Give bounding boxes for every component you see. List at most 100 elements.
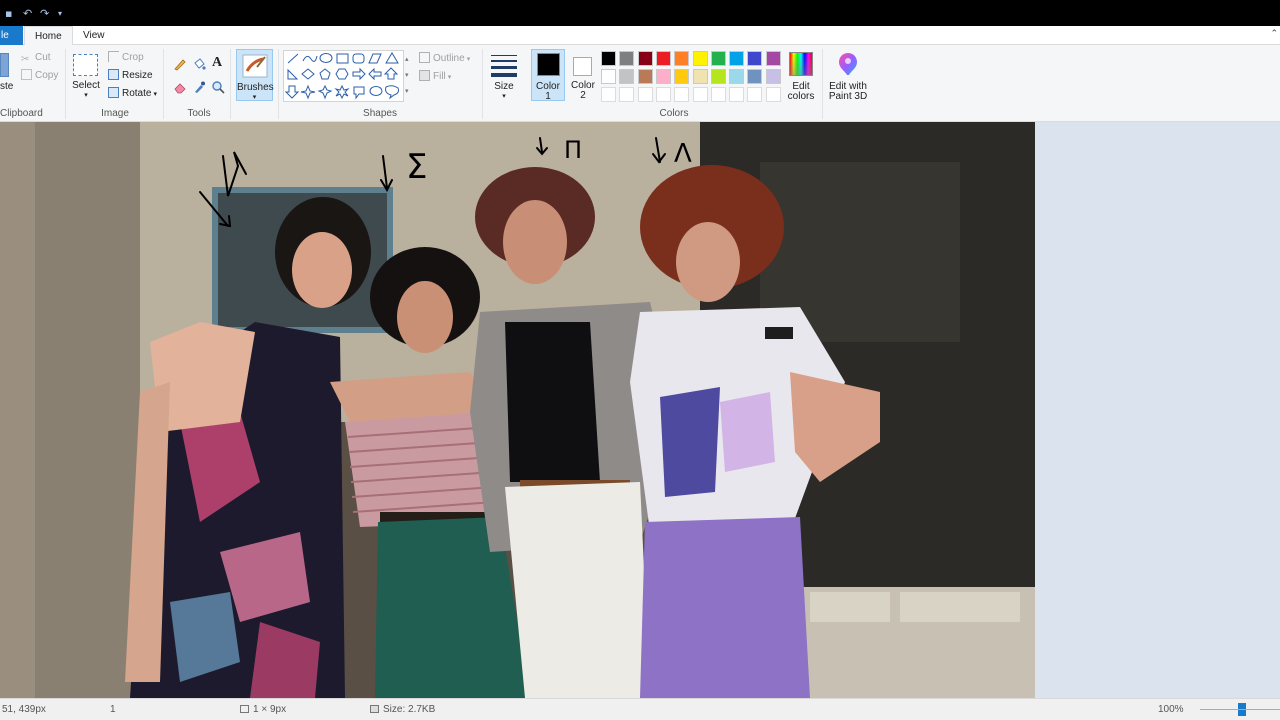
save-icon[interactable]: ▪ [5, 8, 17, 19]
palette-swatch[interactable] [710, 69, 726, 84]
text-tool-icon[interactable]: A [212, 55, 226, 70]
palette-swatch[interactable] [601, 69, 616, 84]
edit-colors-button[interactable]: Edit colors [785, 50, 817, 102]
shapes-scroll-down-icon[interactable]: ▾ [405, 71, 409, 79]
rotate-dropdown-icon: ▾ [153, 91, 157, 98]
paste-button-label[interactable]: ste [0, 81, 13, 92]
disk-icon [370, 705, 379, 713]
color-spectrum-icon [789, 52, 813, 76]
size-button[interactable]: Size ▾ [489, 51, 519, 101]
divider [822, 49, 823, 119]
rotate-button[interactable]: Rotate ▾ [108, 87, 157, 101]
palette-swatch[interactable] [601, 51, 616, 66]
palette-swatch[interactable] [729, 69, 745, 84]
eraser-icon[interactable] [173, 80, 187, 94]
color-picker-icon[interactable] [192, 80, 206, 94]
ribbon: ste ✂ Cut Copy Clipboard Select ▾ Crop Re… [0, 45, 1280, 122]
annotation-sigma: Σ [406, 147, 427, 187]
collapse-ribbon-icon[interactable]: ⌃ [1270, 28, 1278, 39]
fill-label: Fill [433, 71, 446, 82]
customize-qat-icon[interactable]: ▾ [58, 9, 70, 19]
paste-icon[interactable] [0, 53, 9, 77]
ribbon-tabs: le Home View [0, 26, 1280, 46]
custom-color-slot[interactable] [692, 87, 708, 102]
custom-color-slot[interactable] [655, 87, 671, 102]
outline-button[interactable]: Outline ▾ [419, 52, 470, 66]
palette-swatch[interactable] [655, 69, 671, 84]
palette-swatch[interactable] [637, 51, 653, 66]
image-dimensions: 1 × 9px [240, 704, 286, 715]
palette-swatch[interactable] [765, 51, 781, 66]
clipboard-group-label: Clipboard [0, 108, 43, 119]
fill-button[interactable]: Fill ▾ [419, 70, 451, 84]
custom-color-slot[interactable] [619, 87, 635, 102]
shapes-expand-icon[interactable]: ▾ [405, 87, 409, 95]
color2-swatch [573, 57, 592, 76]
dimensions-icon [240, 705, 249, 713]
resize-icon [108, 69, 119, 80]
resize-label: Resize [122, 70, 153, 81]
palette-swatch[interactable] [674, 51, 690, 66]
custom-color-slot[interactable] [710, 87, 726, 102]
canvas-area[interactable]: Σ Π Λ [0, 122, 1280, 698]
palette-swatch[interactable] [765, 69, 781, 84]
palette-swatch[interactable] [637, 69, 653, 84]
rotate-icon [108, 87, 119, 98]
palette-swatch[interactable] [710, 51, 726, 66]
custom-color-slot[interactable] [747, 87, 763, 102]
color2-button[interactable]: Color 2 [567, 49, 599, 101]
divider [482, 49, 483, 119]
color1-button[interactable]: Color 1 [531, 49, 565, 102]
tab-view[interactable]: View [73, 26, 115, 45]
tab-file[interactable]: le [0, 26, 23, 45]
custom-color-slot[interactable] [601, 87, 616, 102]
copy-button[interactable]: Copy [21, 69, 58, 83]
cut-button[interactable]: ✂ Cut [21, 51, 51, 65]
size-line-icon [491, 55, 517, 56]
custom-color-slot[interactable] [674, 87, 690, 102]
colors-group-label: Colors [659, 108, 689, 119]
shapes-gallery-icons [284, 52, 399, 100]
select-dropdown-icon[interactable]: ▾ [70, 90, 102, 101]
custom-color-slot[interactable] [729, 87, 745, 102]
edit-with-paint3d-button[interactable]: Edit with Paint 3D [826, 50, 870, 102]
zoom-slider-track[interactable] [1200, 709, 1280, 710]
zoom-level: 100% [1158, 704, 1184, 715]
fill-icon [419, 70, 430, 81]
size-line-icon [491, 73, 517, 77]
magnifier-icon[interactable] [211, 80, 225, 94]
palette-swatch[interactable] [619, 51, 635, 66]
tools-group-label: Tools [187, 108, 211, 119]
shapes-gallery[interactable] [283, 50, 404, 102]
palette-swatch[interactable] [692, 51, 708, 66]
palette-swatch[interactable] [747, 69, 763, 84]
image-group-label: Image [101, 108, 129, 119]
scissors-icon: ✂ [21, 54, 30, 65]
palette-swatch[interactable] [747, 51, 763, 66]
resize-button[interactable]: Resize [108, 69, 153, 83]
palette-swatch[interactable] [674, 69, 690, 84]
redo-icon[interactable]: ↷ [40, 8, 52, 19]
palette-swatch[interactable] [729, 51, 745, 66]
file-size: Size: 2.7KB [370, 704, 435, 715]
copy-icon [21, 69, 32, 80]
palette-swatch[interactable] [692, 69, 708, 84]
crop-button[interactable]: Crop [108, 51, 144, 65]
undo-icon[interactable]: ↶ [23, 8, 35, 19]
title-bar: ▪ ↶ ↷ ▾ [0, 0, 1280, 26]
palette-swatch[interactable] [619, 69, 635, 84]
tab-home[interactable]: Home [24, 26, 73, 46]
size-dropdown-icon: ▾ [502, 93, 506, 100]
select-icon[interactable] [73, 54, 98, 76]
brushes-dropdown-icon: ▾ [252, 94, 257, 101]
pencil-icon[interactable] [173, 57, 187, 71]
shapes-group-label: Shapes [363, 108, 397, 119]
shapes-scroll-up-icon[interactable]: ▴ [405, 55, 409, 63]
custom-color-slot[interactable] [637, 87, 653, 102]
size-line-icon [491, 60, 517, 62]
palette-swatch[interactable] [655, 51, 671, 66]
fill-bucket-icon[interactable] [192, 57, 206, 71]
photo-canvas[interactable]: Σ Π Λ [0, 122, 1035, 698]
custom-color-slot[interactable] [765, 87, 781, 102]
brushes-button[interactable]: Brushes ▾ [236, 49, 274, 101]
